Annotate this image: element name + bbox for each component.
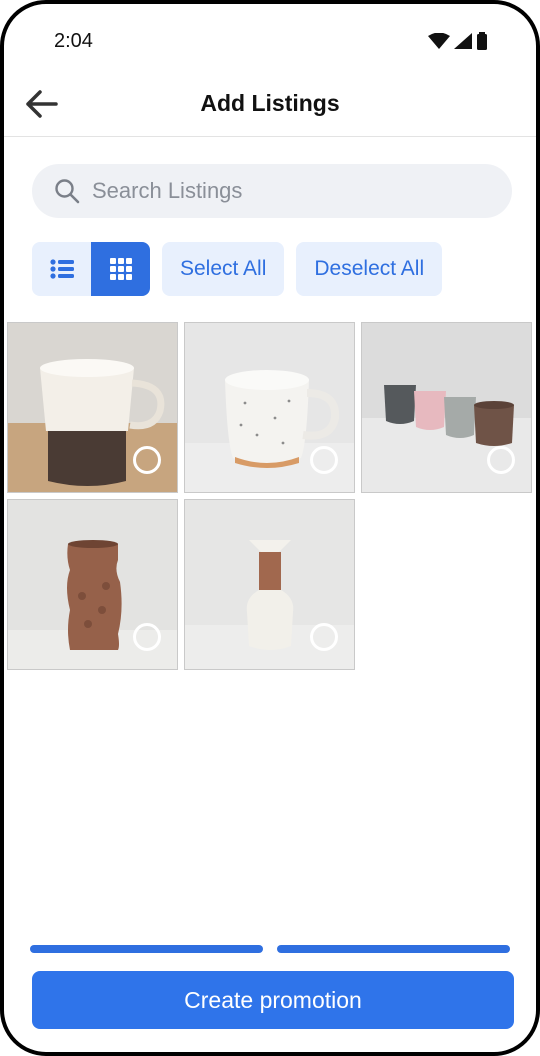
- select-checkbox[interactable]: [310, 623, 338, 651]
- system-icons: [428, 32, 488, 50]
- search-input[interactable]: [90, 177, 474, 205]
- progress-segment: [30, 945, 263, 953]
- view-toggle: [32, 242, 150, 296]
- listing-tile[interactable]: [184, 499, 355, 670]
- listing-tile[interactable]: [7, 322, 178, 493]
- page-title: Add Listings: [200, 90, 340, 116]
- listing-grid: [7, 322, 536, 670]
- wifi-icon: [428, 33, 450, 49]
- grid-view-button[interactable]: [91, 242, 150, 296]
- select-checkbox[interactable]: [133, 446, 161, 474]
- phone-frame: 2:04 Add Listings Search Listings Select…: [0, 0, 540, 1056]
- progress-segment: [277, 945, 510, 953]
- list-icon: [49, 259, 74, 279]
- battery-icon: [477, 32, 487, 50]
- select-all-button[interactable]: Select All: [162, 242, 285, 296]
- deselect-all-button[interactable]: Deselect All: [296, 242, 443, 296]
- status-time: 2:04: [54, 30, 93, 52]
- signal-icon: [454, 33, 472, 49]
- create-promotion-button[interactable]: Create promotion: [32, 971, 514, 1029]
- list-view-button[interactable]: [32, 242, 91, 296]
- grid-icon: [109, 258, 132, 280]
- select-checkbox[interactable]: [310, 446, 338, 474]
- select-checkbox[interactable]: [133, 623, 161, 651]
- listing-tile[interactable]: [361, 322, 532, 493]
- status-bar: 2:04: [4, 4, 536, 84]
- search-bar[interactable]: [32, 164, 512, 218]
- search-icon: [54, 178, 80, 204]
- list-controls: Select All Deselect All: [32, 242, 443, 296]
- listing-tile[interactable]: [184, 322, 355, 493]
- listing-tile[interactable]: [7, 499, 178, 670]
- top-app-bar: Add Listings: [4, 74, 536, 137]
- select-checkbox[interactable]: [487, 446, 515, 474]
